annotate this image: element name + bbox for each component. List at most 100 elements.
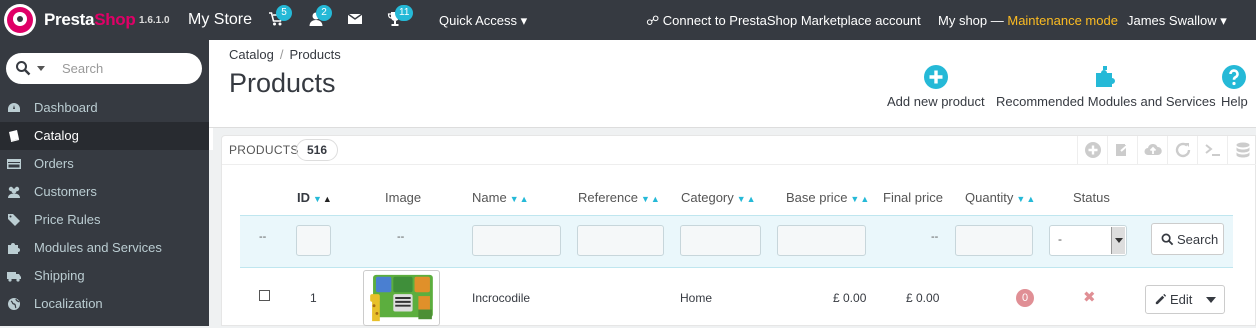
filter-row: -- -- -- - Search: [240, 215, 1233, 268]
brand-part-1: Presta: [44, 10, 95, 29]
sql-manager-toolbar-button[interactable]: [1227, 136, 1256, 165]
caret-down-icon[interactable]: [1206, 297, 1216, 303]
column-header-base-price[interactable]: Base price ▼▲: [786, 190, 870, 205]
table-row[interactable]: 1 Incrocodile Home £ 0.00 £ 0.00 0 ✖ Edi…: [240, 269, 1233, 327]
filter-category-input[interactable]: [680, 225, 761, 256]
question-circle-icon: [1221, 64, 1247, 90]
filter-reference-input[interactable]: [577, 225, 664, 256]
filter-id-input[interactable]: [296, 225, 331, 256]
sort-arrows-icon[interactable]: ▼▲: [737, 194, 757, 204]
column-header-category[interactable]: Category ▼▲: [681, 190, 757, 205]
column-header-final-price: Final price: [883, 190, 943, 205]
top-navbar: PrestaShop 1.6.1.0 My Store 5 2 11 Quick…: [0, 0, 1256, 40]
breadcrumb-separator: /: [279, 47, 284, 62]
filter-name-input[interactable]: [472, 225, 561, 256]
product-quantity-badge: 0: [1016, 289, 1034, 307]
customers-count-badge: 2: [316, 5, 332, 21]
sidebar-item-dashboard[interactable]: Dashboard: [0, 94, 209, 122]
import-toolbar-button[interactable]: [1137, 136, 1167, 165]
database-icon: [1236, 142, 1250, 158]
sort-arrows-icon[interactable]: ▼▲: [313, 194, 333, 204]
header-label: Category: [681, 190, 734, 205]
filter-status-select[interactable]: -: [1049, 225, 1127, 256]
breadcrumb-products: Products: [289, 47, 341, 62]
sidebar-search[interactable]: Search: [6, 53, 202, 84]
page-title: Products: [229, 68, 336, 98]
add-new-product-button[interactable]: Add new product: [887, 64, 985, 109]
shop-status[interactable]: My shop — Maintenance mode: [938, 13, 1118, 28]
tags-icon: [7, 213, 21, 227]
book-icon: [7, 129, 21, 143]
header-label: ID: [297, 190, 310, 205]
sidebar-item-shipping[interactable]: Shipping: [0, 262, 209, 290]
orders-notification-button[interactable]: 5: [268, 5, 292, 29]
add-new-product-label: Add new product: [887, 94, 985, 109]
globe-icon: [7, 297, 21, 311]
plus-circle-icon: [1085, 142, 1101, 158]
marketplace-label: Connect to PrestaShop Marketplace accoun…: [662, 13, 921, 28]
product-image: [370, 274, 433, 322]
sidebar-item-price-rules[interactable]: Price Rules: [0, 206, 209, 234]
sidebar: Search Dashboard Catalog Orders Customer…: [0, 40, 213, 326]
column-header-reference[interactable]: Reference ▼▲: [578, 190, 661, 205]
store-name-link[interactable]: My Store: [188, 11, 252, 29]
recommended-modules-button[interactable]: Recommended Modules and Services: [996, 64, 1216, 109]
employee-menu[interactable]: James Swallow ▾: [1127, 13, 1227, 29]
terminal-icon: [1205, 144, 1220, 156]
sort-arrows-icon[interactable]: ▼▲: [1016, 194, 1036, 204]
header-label: Quantity: [965, 190, 1014, 205]
sidebar-item-catalog[interactable]: Catalog: [0, 122, 213, 150]
quick-access-dropdown[interactable]: Quick Access ▾: [439, 13, 527, 29]
sidebar-item-label: Catalog: [34, 128, 79, 143]
messages-button[interactable]: [347, 11, 365, 29]
brand-part-2: Shop: [94, 10, 136, 29]
prestashop-logo-icon[interactable]: [4, 4, 36, 36]
product-name: Incrocodile: [472, 291, 531, 305]
maintenance-mode-label: Maintenance mode: [1007, 13, 1118, 28]
status-disabled-icon[interactable]: ✖: [1083, 288, 1096, 306]
help-button[interactable]: Help: [1221, 64, 1248, 109]
brand-name[interactable]: PrestaShop: [44, 10, 136, 30]
sidebar-item-modules[interactable]: Modules and Services: [0, 234, 209, 262]
export-toolbar-button[interactable]: [1107, 136, 1137, 165]
share-icon: [1116, 143, 1130, 156]
envelope-icon: [347, 13, 363, 24]
sql-query-toolbar-button[interactable]: [1197, 136, 1227, 165]
customers-notification-button[interactable]: 2: [308, 5, 332, 29]
sidebar-item-localization[interactable]: Localization: [0, 290, 209, 318]
search-icon: [1161, 233, 1174, 246]
notifications-button[interactable]: 11: [387, 5, 414, 29]
filter-base-price-input[interactable]: [777, 225, 866, 256]
sidebar-item-label: Dashboard: [34, 100, 98, 115]
breadcrumb-catalog[interactable]: Catalog: [229, 47, 274, 62]
column-header-name[interactable]: Name ▼▲: [472, 190, 530, 205]
column-header-id[interactable]: ID ▼▲: [297, 190, 333, 205]
row-select-checkbox[interactable]: [259, 290, 270, 301]
sort-arrows-icon[interactable]: ▼▲: [850, 194, 870, 204]
search-icon: [16, 61, 31, 76]
edit-button[interactable]: Edit: [1145, 285, 1225, 314]
version-label: 1.6.1.0: [139, 15, 170, 26]
sidebar-item-orders[interactable]: Orders: [0, 150, 209, 178]
column-header-quantity[interactable]: Quantity ▼▲: [965, 190, 1036, 205]
users-icon: [7, 185, 21, 199]
add-new-toolbar-button[interactable]: [1077, 136, 1107, 165]
chevron-down-icon[interactable]: [37, 66, 45, 71]
puzzle-icon: [7, 241, 21, 255]
sidebar-item-customers[interactable]: Customers: [0, 178, 209, 206]
marketplace-connect-link[interactable]: ☍ Connect to PrestaShop Marketplace acco…: [646, 13, 921, 29]
product-base-price: £ 0.00: [833, 291, 867, 305]
sort-arrows-icon[interactable]: ▼▲: [510, 194, 530, 204]
page-header: Catalog / Products Products Add new produc…: [209, 40, 1256, 128]
filter-search-button[interactable]: Search: [1151, 223, 1224, 255]
refresh-toolbar-button[interactable]: [1167, 136, 1197, 165]
search-input[interactable]: Search: [62, 61, 103, 76]
plus-circle-icon: [923, 64, 949, 90]
chevron-down-icon: [1111, 227, 1125, 254]
filter-quantity-input[interactable]: [955, 225, 1033, 256]
column-header-image: Image: [385, 190, 422, 205]
product-final-price: £ 0.00: [906, 291, 940, 305]
notifications-count-badge: 11: [395, 5, 414, 21]
product-thumbnail: [363, 270, 440, 326]
sort-arrows-icon[interactable]: ▼▲: [641, 194, 661, 204]
